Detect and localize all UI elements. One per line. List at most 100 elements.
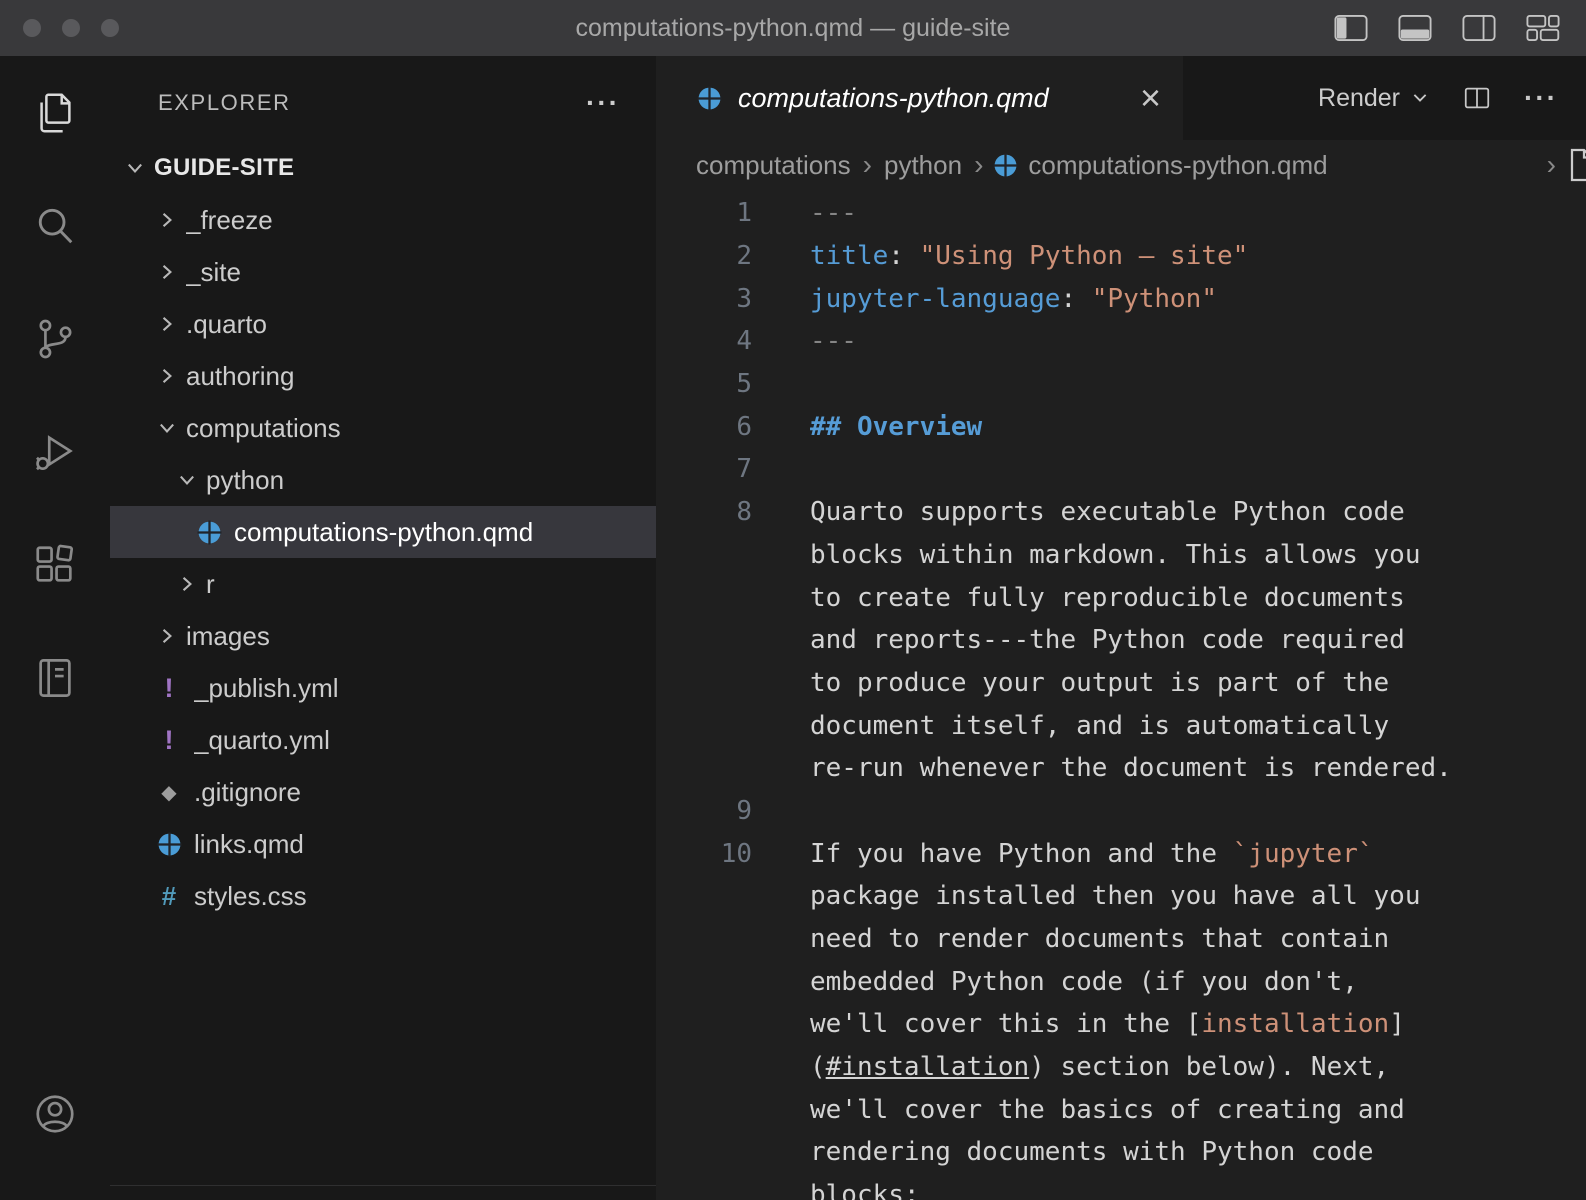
code-text: blocks within markdown. This allows you	[752, 540, 1420, 570]
yaml-file-icon: !	[156, 673, 182, 704]
line-number: 9	[656, 796, 752, 826]
code-line[interactable]: 10If you have Python and the `jupyter`	[656, 832, 1586, 875]
activity-bar	[0, 56, 110, 1200]
chevron-down-icon[interactable]	[124, 157, 154, 179]
window-controls	[0, 19, 119, 37]
breadcrumb-item[interactable]: python	[884, 150, 962, 181]
code-text: ## Overview	[752, 412, 982, 442]
tree-root-guide-site[interactable]: GUIDE-SITE	[110, 142, 656, 194]
chevron-right-icon[interactable]	[156, 313, 186, 335]
outline-section-header[interactable]: OUTLINE	[110, 1185, 656, 1200]
split-editor-icon[interactable]	[1462, 83, 1492, 113]
git-file-icon: ◆	[156, 780, 182, 805]
toggle-panel-icon[interactable]	[1398, 14, 1432, 42]
chevron-right-icon[interactable]	[156, 261, 186, 283]
tree-folder-.quarto[interactable]: .quarto	[110, 298, 656, 350]
tree-file-_quarto.yml[interactable]: !_quarto.yml	[110, 714, 656, 766]
code-line[interactable]: we'll cover this in the [installation]	[656, 1003, 1586, 1046]
notebook-icon[interactable]	[0, 621, 110, 734]
tree-item-label: _quarto.yml	[194, 725, 330, 756]
code-line[interactable]: 9	[656, 790, 1586, 833]
tab-computations-python-qmd[interactable]: computations-python.qmd ×	[656, 56, 1183, 140]
code-line[interactable]: package installed then you have all you	[656, 875, 1586, 918]
tree-folder-authoring[interactable]: authoring	[110, 350, 656, 402]
chevron-right-icon[interactable]	[156, 625, 186, 647]
chevron-down-icon[interactable]	[176, 469, 206, 491]
tree-item-label: _freeze	[186, 205, 273, 236]
chevron-down-icon	[1410, 88, 1430, 108]
code-text: to produce your output is part of the	[752, 668, 1389, 698]
tree-file-_publish.yml[interactable]: ! _publish.yml	[110, 662, 656, 714]
code-line[interactable]: 5	[656, 363, 1586, 406]
code-editor[interactable]: 1---2title: "Using Python — site"3jupyte…	[656, 190, 1586, 1200]
editor-more-actions-icon[interactable]: ···	[1524, 82, 1558, 114]
code-text: we'll cover the basics of creating and	[752, 1095, 1405, 1125]
tree-folder-computations[interactable]: computations	[110, 402, 656, 454]
chevron-right-icon[interactable]	[156, 365, 186, 387]
tree-folder-r[interactable]: r	[110, 558, 656, 610]
code-line[interactable]: 1---	[656, 192, 1586, 235]
chevron-right-icon[interactable]	[156, 209, 186, 231]
toggle-primary-sidebar-icon[interactable]	[1334, 14, 1368, 42]
code-line[interactable]: rendering documents with Python code	[656, 1131, 1586, 1174]
tree-item-label: python	[206, 465, 284, 496]
code-line[interactable]: blocks within markdown. This allows you	[656, 534, 1586, 577]
breadcrumb-trailing: ›	[1537, 147, 1586, 183]
code-line[interactable]: to produce your output is part of the	[656, 662, 1586, 705]
tree-folder-python[interactable]: python	[110, 454, 656, 506]
tree-file-links.qmd[interactable]: links.qmd	[110, 818, 656, 870]
tree-file-.gitignore[interactable]: ◆.gitignore	[110, 766, 656, 818]
chevron-right-icon[interactable]	[176, 573, 206, 595]
code-line[interactable]: we'll cover the basics of creating and	[656, 1088, 1586, 1131]
code-line[interactable]: 6## Overview	[656, 405, 1586, 448]
tree-item-label: styles.css	[194, 881, 307, 912]
editor-group: computations-python.qmd × Render ··· com…	[656, 56, 1586, 1200]
code-line[interactable]: 2title: "Using Python — site"	[656, 235, 1586, 278]
breadcrumb-item[interactable]: computations-python.qmd	[1028, 150, 1327, 181]
extensions-icon[interactable]	[0, 508, 110, 621]
line-number: 6	[656, 412, 752, 442]
explorer-more-actions-icon[interactable]: ···	[586, 87, 620, 119]
code-line[interactable]: 7	[656, 448, 1586, 491]
tree-folder-_freeze[interactable]: _freeze	[110, 194, 656, 246]
code-text: blocks:	[752, 1180, 920, 1200]
tree-folder-_site[interactable]: _site	[110, 246, 656, 298]
line-number: 3	[656, 284, 752, 314]
render-button[interactable]: Render	[1318, 84, 1430, 113]
code-line[interactable]: re-run whenever the document is rendered…	[656, 747, 1586, 790]
code-line[interactable]: and reports---the Python code required	[656, 619, 1586, 662]
code-line[interactable]: 3jupyter-language: "Python"	[656, 277, 1586, 320]
tree-item-label: authoring	[186, 361, 294, 392]
customize-layout-icon[interactable]	[1526, 14, 1560, 42]
code-line[interactable]: need to render documents that contain	[656, 918, 1586, 961]
code-line[interactable]: 4---	[656, 320, 1586, 363]
workbench: EXPLORER ··· GUIDE-SITE _freeze_site.qua…	[0, 56, 1586, 1200]
tree-file-computations-python.qmd[interactable]: computations-python.qmd	[110, 506, 656, 558]
search-icon[interactable]	[0, 169, 110, 282]
code-line[interactable]: 8Quarto supports executable Python code	[656, 491, 1586, 534]
explorer-icon[interactable]	[0, 56, 110, 169]
code-line[interactable]: embedded Python code (if you don't,	[656, 960, 1586, 1003]
run-debug-icon[interactable]	[0, 395, 110, 508]
tree-folder-images[interactable]: images	[110, 610, 656, 662]
code-line[interactable]: to create fully reproducible documents	[656, 576, 1586, 619]
tree-item-label: _publish.yml	[194, 673, 339, 704]
explorer-sidebar: EXPLORER ··· GUIDE-SITE _freeze_site.qua…	[110, 56, 656, 1200]
zoom-window-button[interactable]	[101, 19, 119, 37]
close-window-button[interactable]	[23, 19, 41, 37]
toggle-secondary-sidebar-icon[interactable]	[1462, 14, 1496, 42]
quarto-file-icon	[696, 86, 722, 111]
chevron-down-icon[interactable]	[156, 417, 186, 439]
code-line[interactable]: blocks:	[656, 1174, 1586, 1200]
code-text: rendering documents with Python code	[752, 1137, 1374, 1167]
code-text: jupyter-language: "Python"	[752, 284, 1217, 314]
tree-file-styles.css[interactable]: #styles.css	[110, 870, 656, 922]
source-control-icon[interactable]	[0, 282, 110, 395]
close-tab-icon[interactable]: ×	[1140, 80, 1161, 116]
code-line[interactable]: document itself, and is automatically	[656, 704, 1586, 747]
code-line[interactable]: (#installation) section below). Next,	[656, 1046, 1586, 1089]
breadcrumb-item[interactable]: computations	[696, 150, 851, 181]
minimize-window-button[interactable]	[62, 19, 80, 37]
account-icon[interactable]	[0, 1084, 110, 1144]
code-text: title: "Using Python — site"	[752, 241, 1248, 271]
